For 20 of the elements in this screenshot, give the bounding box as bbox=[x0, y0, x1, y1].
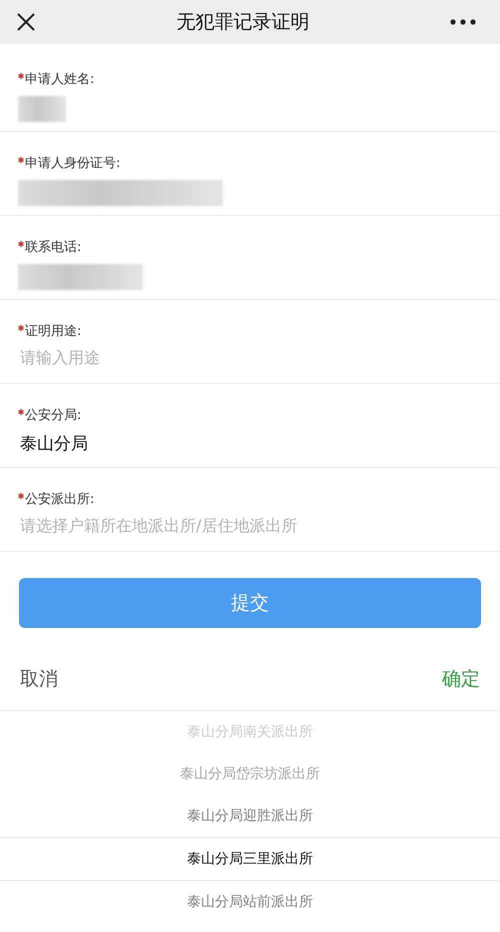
confirm-button[interactable]: 确定 bbox=[442, 666, 480, 692]
field-label: 公安派出所: bbox=[25, 491, 94, 508]
submit-button[interactable]: 提交 bbox=[19, 578, 481, 628]
field-label: 证明用途: bbox=[25, 323, 82, 340]
picker-option[interactable]: 泰山分局岱宗坊派出所 bbox=[0, 753, 500, 795]
picker-option[interactable]: 泰山分局迎胜派出所 bbox=[0, 795, 500, 837]
close-icon[interactable] bbox=[16, 12, 36, 32]
field-label: 申请人身份证号: bbox=[25, 155, 120, 172]
more-icon[interactable] bbox=[450, 19, 476, 25]
select-field[interactable]: 请选择户籍所在地派出所/居住地派出所 bbox=[18, 516, 480, 537]
select-value[interactable]: 泰山分局 bbox=[18, 432, 480, 455]
field-label: 联系电话: bbox=[25, 239, 82, 256]
cancel-button[interactable]: 取消 bbox=[20, 666, 58, 692]
field-label: 公安分局: bbox=[25, 407, 82, 424]
picker-option[interactable]: 泰山分局站前派出所 bbox=[0, 881, 500, 923]
window-title: 无犯罪记录证明 bbox=[176, 10, 310, 35]
input-field[interactable]: 请输入用途 bbox=[18, 348, 420, 367]
picker-option[interactable]: 泰山分局三里派出所 bbox=[0, 837, 500, 881]
field-label: 申请人姓名: bbox=[25, 71, 94, 88]
redacted-value bbox=[18, 96, 66, 122]
